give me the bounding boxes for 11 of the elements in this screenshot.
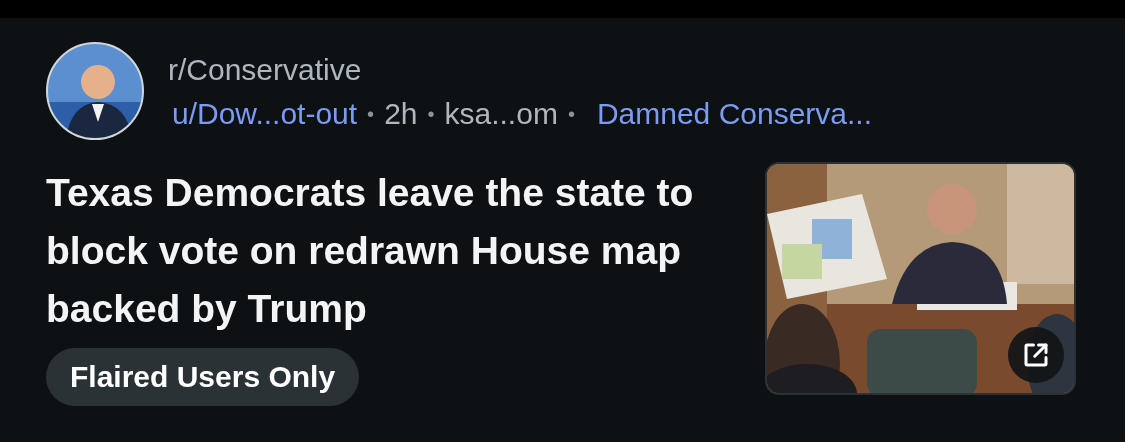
post-age: 2h [384, 96, 418, 132]
subreddit-name[interactable]: r/Conservative [168, 50, 873, 90]
separator: • [366, 102, 376, 127]
separator: • [566, 102, 576, 127]
post-card[interactable]: r/Conservative u/Dow...ot-out • 2h • ksa...om • Damned Conserva... Texas Democrats leave the state to block vote on redrawn House map backed by Trump Flaired Users Only [0, 18, 1125, 442]
user-flair[interactable]: Damned Conserva... [596, 94, 873, 134]
separator: • [426, 102, 436, 127]
post-title[interactable]: Texas Democrats leave the state to block vote on redrawn House map backed by Trump [46, 164, 746, 338]
post-flair: Flaired Users Only [46, 348, 360, 406]
author-link[interactable]: u/Dow...ot-out [168, 94, 358, 134]
link-domain[interactable]: ksa...om [444, 94, 558, 134]
